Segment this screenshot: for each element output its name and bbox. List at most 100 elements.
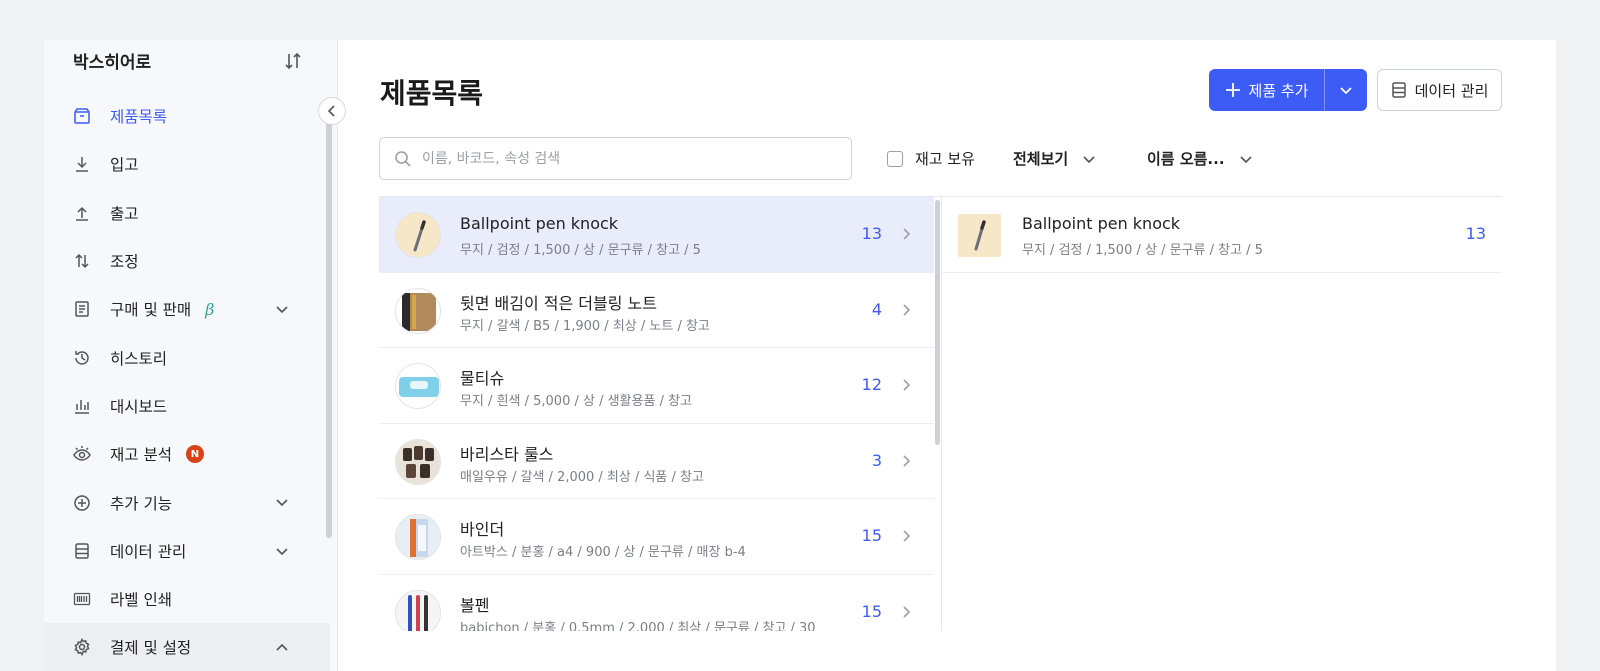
sidebar-item-adjust[interactable]: 조정 — [44, 237, 330, 285]
product-thumbnail-coffee — [395, 438, 441, 485]
product-row[interactable]: 바인더 아트박스 / 분홍 / a4 / 900 / 상 / 문구류 / 매장 … — [379, 499, 934, 575]
gear-icon — [73, 638, 91, 657]
sidebar-item-add-ons[interactable]: 추가 기능 — [44, 478, 330, 526]
sidebar-item-data-management[interactable]: 데이터 관리 — [44, 527, 330, 575]
sidebar-collapse-button[interactable] — [318, 97, 346, 125]
chevron-right-icon — [903, 455, 911, 467]
sidebar-item-stock-in[interactable]: 입고 — [44, 140, 330, 188]
sort-dropdown[interactable]: 이름 오름... — [1147, 148, 1253, 169]
arrow-down-icon — [73, 155, 91, 173]
sidebar-item-label: 대시보드 — [110, 397, 168, 416]
chevron-right-icon — [903, 228, 911, 240]
product-quantity: 4 — [871, 299, 882, 319]
product-row[interactable]: Ballpoint pen knock 무지 / 검정 / 1,500 / 상 … — [379, 197, 934, 273]
sort-toggle-icon[interactable] — [282, 50, 304, 72]
product-quantity: 12 — [861, 375, 882, 395]
sidebar-item-label: 라벨 인쇄 — [110, 591, 172, 610]
product-attributes: 아트박스 / 분홍 / a4 / 900 / 상 / 문구류 / 매장 b-4 — [460, 545, 746, 561]
product-name: 물티슈 — [460, 369, 505, 389]
sidebar-item-label: 조정 — [110, 253, 139, 272]
chevron-down-icon[interactable] — [274, 301, 290, 317]
sidebar-item-label: 추가 기능 — [110, 494, 172, 513]
in-stock-checkbox[interactable] — [887, 150, 903, 167]
database-icon — [73, 542, 91, 560]
search-box — [379, 137, 852, 180]
view-filter-dropdown[interactable]: 전체보기 — [1013, 148, 1096, 169]
add-product-button[interactable]: 제품 추가 — [1209, 69, 1325, 111]
chevron-left-icon — [327, 105, 335, 117]
product-detail-thumbnail — [958, 214, 1001, 257]
product-row[interactable]: 물티슈 무지 / 흰색 / 5,000 / 상 / 생활용품 / 창고 12 — [379, 348, 934, 424]
plus-icon — [1225, 83, 1240, 97]
product-quantity: 3 — [871, 450, 882, 470]
chevron-down-icon[interactable] — [274, 543, 290, 559]
sidebar-item-label: 입고 — [110, 156, 139, 175]
product-row[interactable]: 바리스타 룰스 매일우유 / 갈색 / 2,000 / 최상 / 식품 / 창고… — [379, 424, 934, 500]
sidebar-item-label: 결제 및 설정 — [110, 639, 192, 658]
database-icon — [1391, 82, 1406, 98]
sidebar-item-purchase-sales[interactable]: 구매 및 판매 β — [44, 285, 330, 333]
sidebar-item-label: 데이터 관리 — [110, 542, 187, 561]
sidebar-scrollbar[interactable] — [326, 122, 332, 538]
box-icon — [73, 107, 91, 125]
sidebar: 박스히어로 제품목록 입고 출고 조정 구매 및 판매 β 히스토리 대시보드 … — [44, 40, 338, 671]
chevron-right-icon — [903, 304, 911, 316]
chevron-right-icon — [903, 530, 911, 542]
sidebar-item-label-print[interactable]: 라벨 인쇄 — [44, 575, 330, 623]
chevron-down-icon — [1340, 87, 1352, 95]
product-detail-row[interactable]: Ballpoint pen knock 무지 / 검정 / 1,500 / 상 … — [942, 197, 1502, 273]
data-management-label: 데이터 관리 — [1414, 81, 1489, 100]
beta-badge: β — [205, 299, 215, 319]
product-quantity: 15 — [861, 601, 882, 621]
chevron-down-icon — [1239, 155, 1252, 163]
sidebar-item-label: 히스토리 — [110, 349, 168, 368]
in-stock-label: 재고 보유 — [915, 150, 975, 168]
product-detail-quantity: 13 — [1465, 224, 1486, 243]
product-detail-attributes: 무지 / 검정 / 1,500 / 상 / 문구류 / 창고 / 5 — [1022, 243, 1263, 258]
in-stock-filter[interactable]: 재고 보유 — [887, 148, 975, 169]
product-name: 뒷면 배김이 적은 더블링 노트 — [460, 293, 657, 313]
product-thumbnail-wet-wipes — [395, 363, 441, 410]
main-content: 제품목록 제품 추가 데이터 관리 재고 보유 전체보기 — [338, 40, 1556, 671]
product-row[interactable]: 볼펜 babichon / 분홍 / 0.5mm / 2,000 / 최상 / … — [379, 575, 934, 631]
add-product-dropdown-button[interactable] — [1325, 69, 1367, 111]
sidebar-item-dashboard[interactable]: 대시보드 — [44, 382, 330, 430]
new-badge: N — [185, 445, 204, 464]
chevron-down-icon — [1083, 155, 1095, 163]
sort-label: 이름 오름... — [1147, 150, 1225, 168]
bar-chart-icon — [73, 397, 91, 415]
sidebar-item-label: 구매 및 판매 — [110, 301, 192, 320]
plus-circle-icon — [73, 494, 91, 512]
product-name: 바인더 — [460, 520, 505, 540]
product-attributes: babichon / 분홍 / 0.5mm / 2,000 / 최상 / 문구류… — [460, 620, 816, 631]
sidebar-item-stock-out[interactable]: 출고 — [44, 189, 330, 237]
product-quantity: 15 — [861, 526, 882, 546]
product-list-scrollbar[interactable] — [935, 200, 940, 445]
chevron-down-icon[interactable] — [274, 494, 290, 510]
product-row[interactable]: 뒷면 배김이 적은 더블링 노트 무지 / 갈색 / B5 / 1,900 / … — [379, 273, 934, 349]
product-attributes: 무지 / 흰색 / 5,000 / 상 / 생활용품 / 창고 — [460, 394, 692, 410]
product-name: 볼펜 — [460, 595, 490, 615]
product-list: Ballpoint pen knock 무지 / 검정 / 1,500 / 상 … — [379, 197, 934, 631]
product-attributes: 무지 / 갈색 / B5 / 1,900 / 최상 / 노트 / 창고 — [460, 318, 710, 334]
sidebar-item-billing-settings[interactable]: 결제 및 설정 — [44, 623, 330, 671]
document-icon — [73, 300, 91, 318]
arrow-up-icon — [73, 204, 91, 222]
add-product-label: 제품 추가 — [1248, 81, 1309, 100]
sidebar-item-inventory-analysis[interactable]: 재고 분석 N — [44, 430, 330, 478]
sidebar-item-products[interactable]: 제품목록 — [44, 92, 330, 140]
chevron-up-icon[interactable] — [274, 639, 290, 655]
sidebar-item-label: 재고 분석 — [110, 446, 172, 465]
sidebar-item-label: 출고 — [110, 204, 139, 223]
product-quantity: 13 — [861, 224, 882, 243]
sidebar-item-label: 제품목록 — [110, 108, 168, 127]
app-window: 박스히어로 제품목록 입고 출고 조정 구매 및 판매 β 히스토리 대시보드 … — [44, 40, 1556, 671]
eye-icon — [73, 445, 91, 463]
chevron-right-icon — [903, 606, 911, 618]
sidebar-item-history[interactable]: 히스토리 — [44, 333, 330, 381]
product-attributes: 무지 / 검정 / 1,500 / 상 / 문구류 / 창고 / 5 — [460, 243, 701, 258]
add-product-split-button: 제품 추가 — [1209, 69, 1367, 111]
data-management-button[interactable]: 데이터 관리 — [1377, 69, 1502, 111]
history-icon — [73, 349, 91, 367]
search-input[interactable] — [422, 150, 842, 167]
